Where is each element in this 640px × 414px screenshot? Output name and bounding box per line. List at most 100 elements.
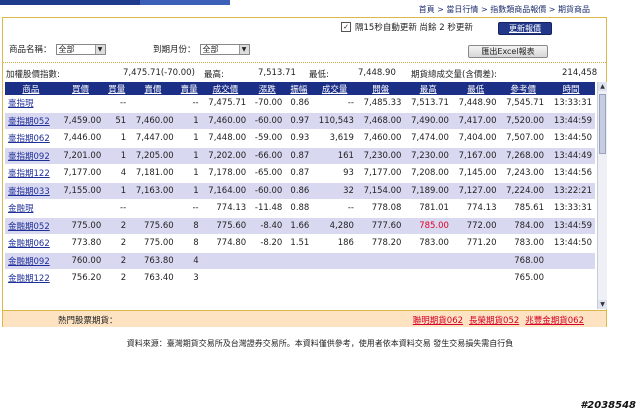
table-cell [285,252,313,270]
table-row: 金融期052 775.00 2 775.60 8 775.60 -8.40 1.66 4,280… [5,217,595,235]
month-filter: 到期月份： 全部 ▼ [153,43,250,55]
table-cell: 7,460.00 [356,129,405,148]
table-cell: 7,446.00 [56,129,105,148]
column-header[interactable]: 商品 [5,82,57,95]
table-row: 臺指期092 7,201.00 1 7,205.00 1 7,202.00 -66.00 0.… [5,147,595,165]
hot-futures-link[interactable]: 聯明期貨062 [413,314,463,326]
table-row: 金融期062 773.80 2 775.00 8 774.80 -8.20 1.51 186 77… [5,234,595,253]
product-link[interactable]: 臺指期033 [5,182,57,200]
table-cell: -60.00 [249,182,286,200]
product-link[interactable]: 臺指現 [5,95,57,113]
column-header[interactable]: 買量 [104,82,130,95]
table-cell: 777.60 [356,217,405,235]
table-cell: 7,459.00 [56,112,105,130]
product-link[interactable]: 金融現 [5,199,57,218]
divider [3,62,606,63]
hot-futures-link[interactable]: 兆豐金期貨062 [525,314,584,326]
column-header[interactable]: 參考價 [499,82,547,95]
table-cell [129,199,177,218]
column-header[interactable]: 振幅 [285,82,313,95]
table-cell: 0.93 [285,129,313,148]
table-cell: 7,417.00 [451,112,500,130]
month-filter-label: 到期月份： [153,45,196,55]
auto-refresh-label: 隔15秒自動更新 尚餘 2 秒更新 [355,23,473,33]
product-link[interactable]: 金融期062 [5,234,57,253]
product-filter-label: 商品名稱： [9,45,52,55]
table-cell: -11.48 [249,199,286,218]
table-cell: 7,243.00 [499,164,547,183]
column-header[interactable]: 最高 [404,82,452,95]
top-nav-strip-tab[interactable] [140,0,230,5]
table-cell: 775.00 [129,234,177,253]
table-row: 臺指期122 7,177.00 4 7,181.00 1 7,178.00 -65.00 0.… [5,164,595,183]
table-cell: 7,127.00 [451,182,500,200]
product-link[interactable]: 臺指期092 [5,147,57,165]
table-cell [451,252,500,270]
table-cell: 13:44:56 [547,164,595,183]
table-cell: -- [104,95,130,113]
table-cell: -- [312,95,357,113]
table-cell: 7,178.00 [201,164,250,183]
table-row: 金融期092 760.00 2 763.80 4 768.00 [5,252,595,270]
table-cell: 3 [176,269,202,288]
index-high: 7,513.71 [258,68,296,78]
table-cell: 1 [104,147,130,165]
column-header[interactable]: 賣價 [129,82,177,95]
table-cell: 1 [104,129,130,148]
breadcrumb-index[interactable]: 指數類商品報價 [490,5,546,14]
table-cell: 7,485.33 [356,95,405,113]
table-cell: 7,177.00 [356,164,405,183]
scroll-thumb[interactable] [599,94,606,154]
export-excel-button[interactable]: 匯出Excel報表 [468,45,548,58]
data-source-footer: 資料來源：臺灣期貨交易所及台灣證券交易所。本資料僅供參考，使用者依本資料交易 發… [126,339,514,348]
table-row: 臺指現 -- -- 7,475.71 -70.00 0.86 -- 7,485.33 7,513… [5,95,595,113]
table-cell: 4 [104,164,130,183]
chevron-down-icon: ▼ [238,44,249,54]
column-header[interactable]: 漲跌 [249,82,286,95]
breadcrumb-daily[interactable]: 當日行情 [446,5,478,14]
table-scrollbar[interactable]: ▲ ▼ [597,82,607,309]
chevron-down-icon: ▼ [94,44,105,54]
month-select[interactable]: 全部 ▼ [199,43,250,55]
table-cell: 0.97 [285,112,313,130]
breadcrumb-current: 期貨商品 [558,5,590,14]
table-cell: 7,230.00 [356,147,405,165]
breadcrumb-home[interactable]: 首頁 [419,5,435,14]
column-header[interactable]: 最低 [451,82,500,95]
index-label: 加權股價指數: [6,70,60,80]
hot-futures-link[interactable]: 長榮期貨052 [469,314,519,326]
scroll-down-icon[interactable]: ▼ [598,300,607,309]
product-link[interactable]: 臺指期052 [5,112,57,130]
column-header[interactable]: 開盤 [356,82,405,95]
product-link[interactable]: 金融期052 [5,217,57,235]
auto-refresh-checkbox[interactable]: ✓ [341,22,351,32]
table-cell: 760.00 [56,252,105,270]
table-cell: 775.60 [129,217,177,235]
table-cell: 32 [312,182,357,200]
refresh-quote-button[interactable]: 更新報價 [498,22,552,35]
table-cell: 756.20 [56,269,105,288]
month-select-value: 全部 [202,44,219,54]
column-header[interactable]: 賣量 [176,82,202,95]
table-cell: 1 [176,112,202,130]
table-cell [312,252,357,270]
table-cell: 7,163.00 [129,182,177,200]
product-link[interactable]: 臺指期122 [5,164,57,183]
scroll-up-icon[interactable]: ▲ [598,82,607,91]
product-link[interactable]: 金融期122 [5,269,57,288]
table-cell: 781.01 [404,199,452,218]
product-select[interactable]: 全部 ▼ [55,43,106,55]
column-header[interactable]: 買價 [56,82,105,95]
table-cell: 0.86 [285,95,313,113]
product-link[interactable]: 金融期092 [5,252,57,270]
table-cell: 7,448.90 [451,95,500,113]
table-cell: 1 [176,129,202,148]
column-header[interactable]: 時間 [547,82,595,95]
column-header[interactable]: 成交量 [312,82,357,95]
table-cell: 7,230.00 [404,147,452,165]
product-link[interactable]: 臺指期062 [5,129,57,148]
table-cell: 7,404.00 [451,129,500,148]
table-cell: 0.87 [285,147,313,165]
column-header[interactable]: 成交價 [201,82,250,95]
table-cell: 763.80 [129,252,177,270]
